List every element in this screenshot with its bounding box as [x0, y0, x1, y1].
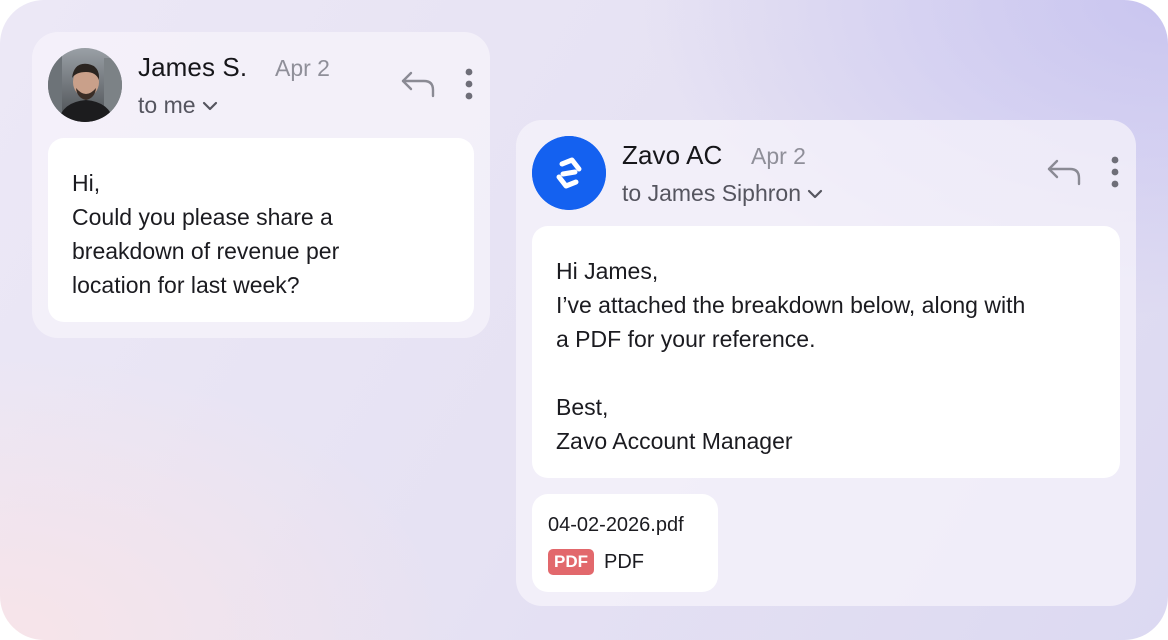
- attachment-type: PDF: [604, 551, 644, 573]
- attachment-filename: 04-02-2026.pdf: [548, 514, 684, 536]
- message-body: Hi, Could you please share a breakdown o…: [48, 138, 474, 322]
- body-blank-line: [556, 356, 1096, 390]
- attachment-chip[interactable]: 04-02-2026.pdf PDF PDF: [532, 494, 718, 592]
- reply-arrow-icon[interactable]: [400, 70, 436, 98]
- body-line: location for last week?: [72, 272, 300, 298]
- body-line: Hi,: [72, 170, 101, 196]
- message-body: Hi James, I’ve attached the breakdown be…: [532, 226, 1120, 478]
- body-line: I’ve attached the breakdown below, along…: [556, 292, 1026, 318]
- sender-name: Zavo AC: [622, 140, 723, 170]
- message-date: Apr 2: [751, 143, 806, 169]
- sender-name: James S.: [138, 52, 248, 82]
- email-message-card: Zavo AC Apr 2 to James Siphron Hi James,…: [516, 120, 1136, 606]
- recipient-dropdown[interactable]: to me: [138, 92, 218, 119]
- recipient-dropdown[interactable]: to James Siphron: [622, 180, 823, 207]
- body-line: breakdown of revenue per: [72, 238, 340, 264]
- recipient-label: to James Siphron: [622, 180, 801, 206]
- body-line: Could you please share a: [72, 204, 333, 230]
- vertical-ellipsis-icon[interactable]: [464, 68, 474, 100]
- avatar: [48, 48, 122, 122]
- body-line: Zavo Account Manager: [556, 428, 793, 454]
- email-thread-canvas: James S. Apr 2 to me Hi, Could you pleas…: [0, 0, 1168, 640]
- pdf-file-icon: PDF: [548, 549, 594, 575]
- body-line: Best,: [556, 394, 609, 420]
- chevron-down-icon: [807, 189, 823, 198]
- zavo-logo-icon: [532, 136, 606, 210]
- message-date: Apr 2: [275, 55, 330, 81]
- body-line: Hi James,: [556, 258, 659, 284]
- reply-arrow-icon[interactable]: [1046, 158, 1082, 186]
- chevron-down-icon: [202, 101, 217, 110]
- recipient-label: to me: [138, 92, 196, 118]
- body-line: a PDF for your reference.: [556, 326, 816, 352]
- email-message-card: James S. Apr 2 to me Hi, Could you pleas…: [32, 32, 490, 338]
- vertical-ellipsis-icon[interactable]: [1110, 156, 1120, 188]
